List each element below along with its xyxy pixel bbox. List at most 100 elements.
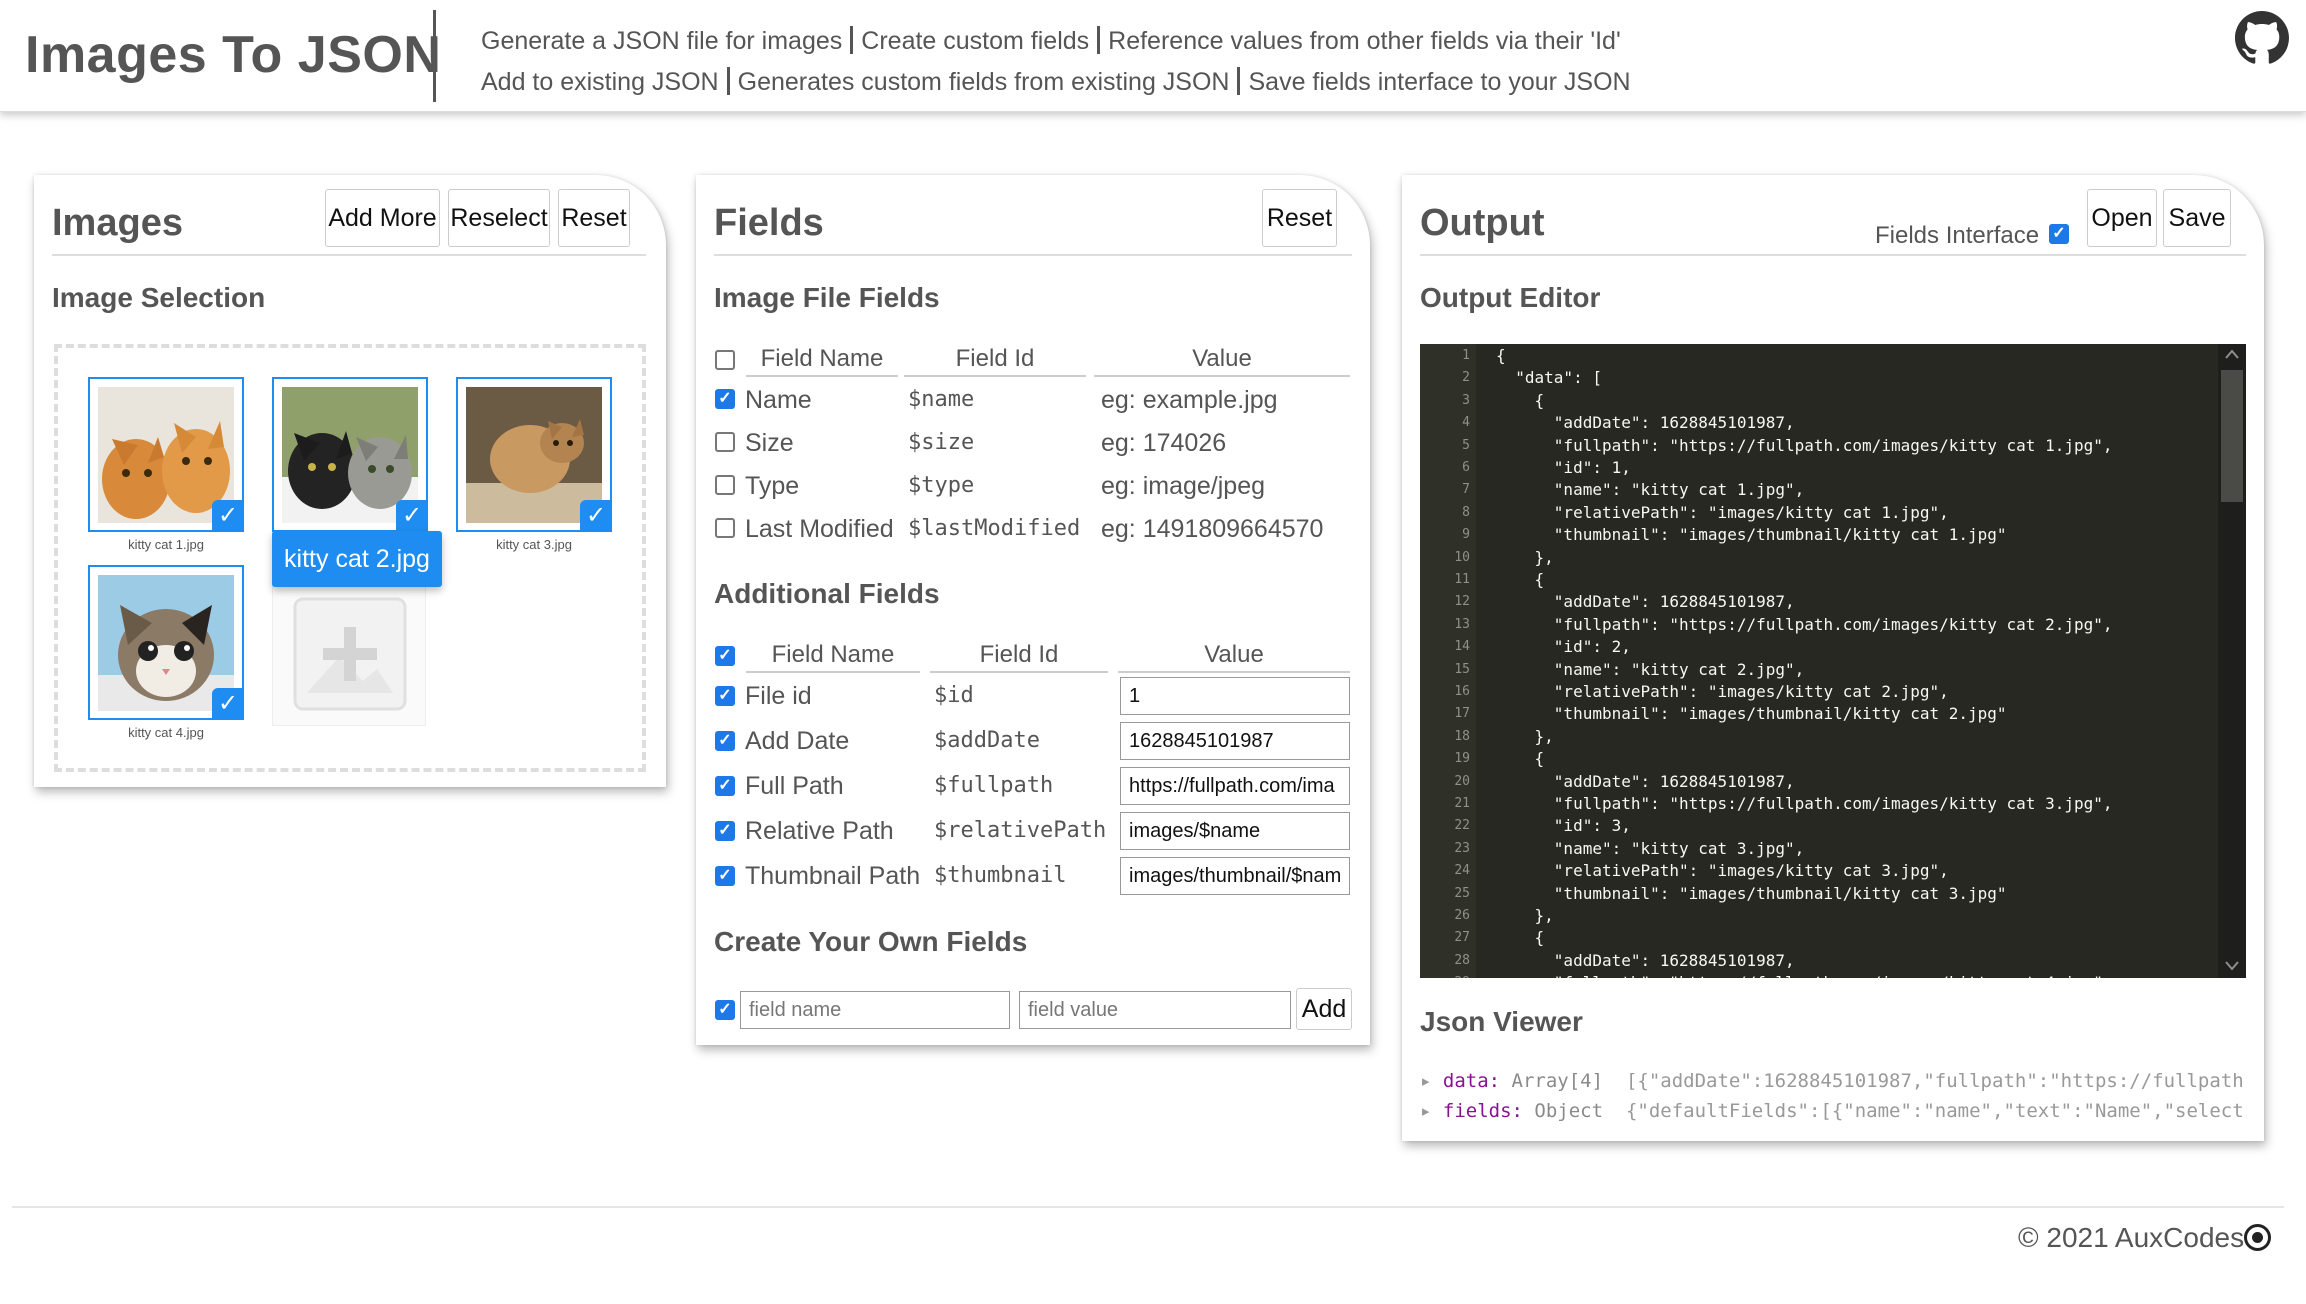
line-number: 18 [1454,728,1470,744]
field-value-input-full-path[interactable]: https://fullpath.com/ima [1120,767,1350,805]
column-header-value: Value [1118,641,1350,673]
add-image-icon [293,597,407,711]
image-caption: kitty cat 4.jpg [128,725,204,740]
open-button[interactable]: Open [2087,189,2157,247]
feature-text: Generates custom fields from existing JS… [737,68,1230,96]
images-panel-divider [52,254,646,256]
field-value-input-file-id[interactable]: 1 [1120,677,1350,715]
line-number: 7 [1462,482,1470,498]
feature-separator [726,67,730,95]
feature-text: Save fields interface to your JSON [1248,68,1631,96]
field-checkbox-last-modified[interactable] [715,518,735,538]
field-checkbox-add-date[interactable]: ✓ [715,731,735,751]
field-value-input-thumbnail-path[interactable]: images/thumbnail/$nam [1120,857,1350,895]
scroll-down-icon[interactable] [2224,960,2240,972]
code-line: "id": 3, [1496,816,1631,836]
code-line: "relativePath": "images/kitty cat 1.jpg"… [1496,502,1949,522]
reselect-button[interactable]: Reselect [448,189,550,247]
line-number: 10 [1454,549,1470,565]
code-line: "addDate": 1628845101987, [1496,413,1795,433]
code-line: "id": 1, [1496,458,1631,477]
line-number: 29 [1420,975,1470,978]
line-number: 14 [1454,639,1470,655]
code-line: "addDate": 1628845101987, [1496,592,1795,612]
line-number: 24 [1454,863,1470,879]
custom-field-name-input[interactable]: field name [740,991,1010,1029]
scroll-up-icon[interactable] [2224,348,2240,360]
field-checkbox-thumbnail-path[interactable]: ✓ [715,866,735,886]
code-line: "relativePath": "images/kitty cat 3.jpg"… [1496,861,1949,881]
line-number: 15 [1454,661,1470,677]
code-line: "addDate": 1628845101987, [1496,771,1795,791]
line-number: 6 [1462,460,1470,475]
line-number: 23 [1454,840,1470,856]
footer-divider [12,1206,2284,1208]
add-image-tile[interactable] [272,580,426,726]
field-checkbox-relative-path[interactable]: ✓ [715,821,735,841]
code-line: "name": "kitty cat 1.jpg", [1496,480,1805,500]
fields-interface-checkbox[interactable]: ✓ [2049,224,2069,244]
line-number: 17 [1454,706,1470,722]
selected-check-icon: ✓ [396,500,428,532]
add-more-button[interactable]: Add More [325,189,440,247]
line-number: 26 [1454,908,1470,923]
save-button[interactable]: Save [2163,189,2231,247]
expand-arrow-icon[interactable]: ▸ [1420,1070,1443,1092]
json-viewer-row-fields[interactable]: ▸ fields: Object {"defaultFields":[{"nam… [1420,1100,2246,1122]
feature-line-1: Generate a JSON file for images Create cu… [481,22,1631,63]
editor-scrollbar-thumb[interactable] [2221,370,2243,502]
image-thumb-2[interactable]: ✓ [272,377,428,557]
field-value-input-relative-path[interactable]: images/$name [1120,812,1350,850]
field-checkbox-file-id[interactable]: ✓ [715,686,735,706]
custom-field-checkbox[interactable]: ✓ [715,1000,735,1020]
selected-check-icon: ✓ [212,688,244,720]
image-thumb-1[interactable]: ✓ kitty cat 1.jpg [88,377,244,557]
code-line: { [1496,570,1545,589]
json-viewer-row-data[interactable]: ▸ data: Array[4] [{"addDate":16288451019… [1420,1070,2246,1092]
field-name-label: Size [745,429,794,457]
thumb-frame: ✓ [88,565,244,720]
feature-list: Generate a JSON file for images Create cu… [481,22,1631,104]
field-checkbox-type[interactable] [715,475,735,495]
column-header-value: Value [1094,345,1350,377]
field-checkbox-name[interactable]: ✓ [715,389,735,409]
select-all-file-fields-checkbox[interactable] [715,350,735,370]
field-id-label: $name [908,387,975,412]
selected-check-icon: ✓ [212,500,244,532]
github-icon[interactable] [2235,11,2289,65]
feature-text: Create custom fields [861,27,1090,55]
line-number: 3 [1462,392,1470,408]
field-name-label: Full Path [745,772,844,800]
custom-field-value-input[interactable]: field value [1019,991,1291,1029]
line-number: 16 [1454,684,1470,699]
image-thumb-3[interactable]: ✓ kitty cat 3.jpg [456,377,612,557]
code-line: "fullpath": "https://fullpath.com/images… [1496,614,2113,634]
expand-arrow-icon[interactable]: ▸ [1420,1100,1443,1122]
code-line: "fullpath": "https://fullpath.com/images… [1496,435,2113,455]
additional-fields-title: Additional Fields [714,578,940,609]
reset-fields-button[interactable]: Reset [1262,189,1337,247]
auxcodes-logo-icon[interactable] [2244,1224,2272,1251]
select-all-additional-fields-checkbox[interactable]: ✓ [715,646,735,666]
field-checkbox-full-path[interactable]: ✓ [715,776,735,796]
fields-panel-title: Fields [714,202,824,244]
code-line: }, [1496,547,1554,567]
line-number: 21 [1454,796,1470,811]
image-thumb-4[interactable]: ✓ kitty cat 4.jpg [88,565,244,745]
field-example-value: eg: 1491809664570 [1101,515,1324,543]
reset-images-button[interactable]: Reset [558,189,630,247]
line-number: 5 [1462,437,1470,453]
line-number: 22 [1454,818,1470,834]
feature-separator [1237,67,1241,95]
field-checkbox-size[interactable] [715,432,735,452]
field-name-label: Name [745,386,812,414]
code-editor[interactable]: 1 {2 "data": [3 {4 "addDate": 16288451019… [1420,344,2246,978]
feature-text: Add to existing JSON [481,68,719,96]
add-custom-field-button[interactable]: Add [1296,988,1352,1030]
code-line: { [1496,390,1545,410]
code-line: { [1496,346,1506,365]
field-id-label: $thumbnail [934,863,1067,888]
field-value-input-add-date[interactable]: 1628845101987 [1120,722,1350,760]
fields-interface-label: Fields Interface [1875,222,2040,249]
json-preview: {"defaultFields":[{"name":"name","text":… [1625,1100,2244,1122]
